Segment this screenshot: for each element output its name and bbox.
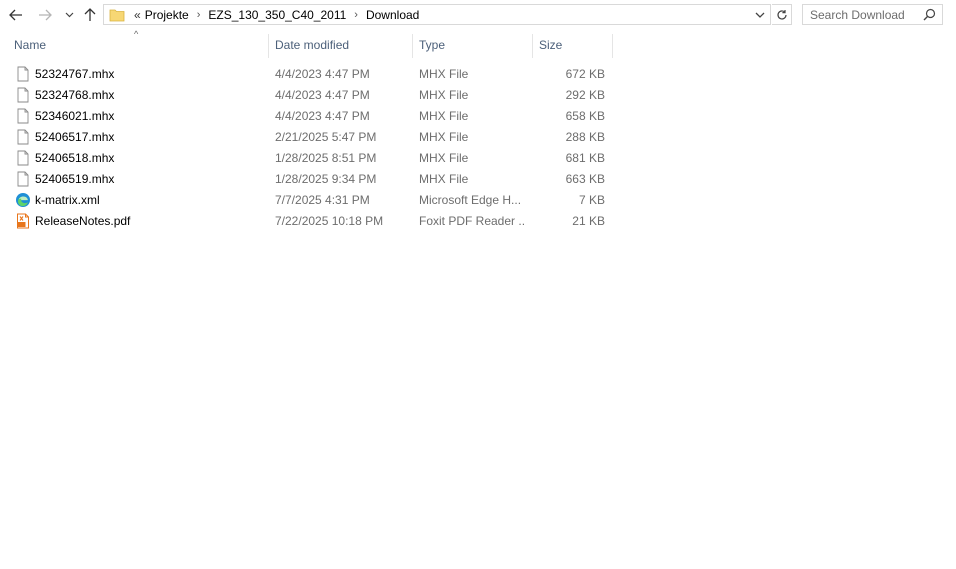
file-date: 7/22/2025 10:18 PM	[275, 214, 384, 228]
column-date-modified[interactable]: Date modified	[275, 32, 410, 58]
file-date: 2/21/2025 5:47 PM	[275, 130, 377, 144]
back-button[interactable]	[6, 5, 26, 25]
edge-icon	[16, 193, 30, 207]
chevron-right-icon[interactable]: ›	[354, 9, 358, 21]
column-header: Name ^ Date modified Type Size	[0, 29, 956, 58]
arrow-right-icon	[39, 9, 52, 21]
list-item[interactable]: 52406519.mhx 1/28/2025 9:34 PM MHX File …	[0, 169, 612, 190]
file-type: MHX File	[419, 151, 469, 165]
list-item[interactable]: ReleaseNotes.pdf 7/22/2025 10:18 PM Foxi…	[0, 211, 612, 232]
search-icon[interactable]	[923, 8, 936, 21]
file-type: MHX File	[419, 88, 469, 102]
column-divider[interactable]	[412, 34, 413, 58]
pdf-icon	[17, 213, 29, 229]
refresh-icon	[776, 9, 787, 20]
file-type: MHX File	[419, 130, 469, 144]
file-date: 4/4/2023 4:47 PM	[275, 109, 370, 123]
file-date: 4/4/2023 4:47 PM	[275, 67, 370, 81]
chevron-down-icon	[65, 12, 73, 18]
column-divider[interactable]	[532, 34, 533, 58]
column-size[interactable]: Size	[539, 32, 609, 58]
address-bar[interactable]: « Projekte › EZS_130_350_C40_2011 › Down…	[103, 4, 771, 25]
breadcrumb: « Projekte › EZS_130_350_C40_2011 › Down…	[131, 8, 419, 22]
navigation-toolbar: « Projekte › EZS_130_350_C40_2011 › Down…	[0, 0, 956, 30]
up-button[interactable]	[80, 5, 100, 25]
file-date: 4/4/2023 4:47 PM	[275, 88, 370, 102]
column-name[interactable]: Name	[14, 32, 264, 58]
file-size: 7 KB	[578, 193, 605, 207]
file-size: 292 KB	[565, 88, 605, 102]
file-icon	[17, 108, 29, 124]
file-icon	[17, 150, 29, 166]
list-item[interactable]: 52406518.mhx 1/28/2025 8:51 PM MHX File …	[0, 148, 612, 169]
file-name: 52324768.mhx	[35, 88, 115, 102]
file-icon	[17, 87, 29, 103]
file-icon	[17, 171, 29, 187]
list-item[interactable]: k-matrix.xml 7/7/2025 4:31 PM Microsoft …	[0, 190, 612, 211]
chevron-right-icon[interactable]: ›	[197, 9, 201, 21]
breadcrumb-ezs[interactable]: EZS_130_350_C40_2011	[208, 8, 346, 22]
file-date: 1/28/2025 8:51 PM	[275, 151, 377, 165]
search-input[interactable]	[810, 7, 922, 22]
file-date: 1/28/2025 9:34 PM	[275, 172, 377, 186]
file-size: 681 KB	[565, 151, 605, 165]
file-type: MHX File	[419, 172, 469, 186]
file-size: 658 KB	[565, 109, 605, 123]
list-item[interactable]: 52324767.mhx 4/4/2023 4:47 PM MHX File 6…	[0, 64, 612, 85]
file-icon	[17, 66, 29, 82]
file-size: 663 KB	[565, 172, 605, 186]
search-box[interactable]	[802, 4, 943, 25]
breadcrumb-projekte[interactable]: Projekte	[145, 8, 189, 22]
file-type: MHX File	[419, 67, 469, 81]
file-size: 21 KB	[572, 214, 605, 228]
file-date: 7/7/2025 4:31 PM	[275, 193, 370, 207]
file-name: 52406519.mhx	[35, 172, 115, 186]
file-name: 52346021.mhx	[35, 109, 115, 123]
file-type: Foxit PDF Reader ...	[419, 214, 526, 228]
file-name: 52406517.mhx	[35, 130, 115, 144]
file-name: 52406518.mhx	[35, 151, 115, 165]
file-type: Microsoft Edge H...	[419, 193, 522, 207]
forward-button[interactable]	[35, 5, 55, 25]
list-item[interactable]: 52346021.mhx 4/4/2023 4:47 PM MHX File 6…	[0, 106, 612, 127]
list-item[interactable]: 52324768.mhx 4/4/2023 4:47 PM MHX File 2…	[0, 85, 612, 106]
arrow-up-icon	[84, 8, 96, 21]
file-name: k-matrix.xml	[35, 193, 100, 207]
folder-icon	[109, 9, 125, 21]
chevron-down-icon[interactable]	[753, 8, 767, 22]
file-size: 288 KB	[565, 130, 605, 144]
overflow-chevron[interactable]: «	[134, 8, 141, 22]
column-divider[interactable]	[612, 34, 613, 58]
column-divider[interactable]	[268, 34, 269, 58]
file-icon	[17, 129, 29, 145]
sort-ascending-icon: ^	[134, 29, 139, 39]
file-size: 672 KB	[565, 67, 605, 81]
arrow-left-icon	[9, 9, 22, 21]
file-name: ReleaseNotes.pdf	[35, 214, 131, 228]
file-name: 52324767.mhx	[35, 67, 115, 81]
list-item[interactable]: 52406517.mhx 2/21/2025 5:47 PM MHX File …	[0, 127, 612, 148]
refresh-button[interactable]	[772, 4, 792, 25]
recent-locations-button[interactable]	[59, 5, 79, 25]
breadcrumb-download[interactable]: Download	[366, 8, 419, 22]
column-type[interactable]: Type	[419, 32, 529, 58]
file-type: MHX File	[419, 109, 469, 123]
